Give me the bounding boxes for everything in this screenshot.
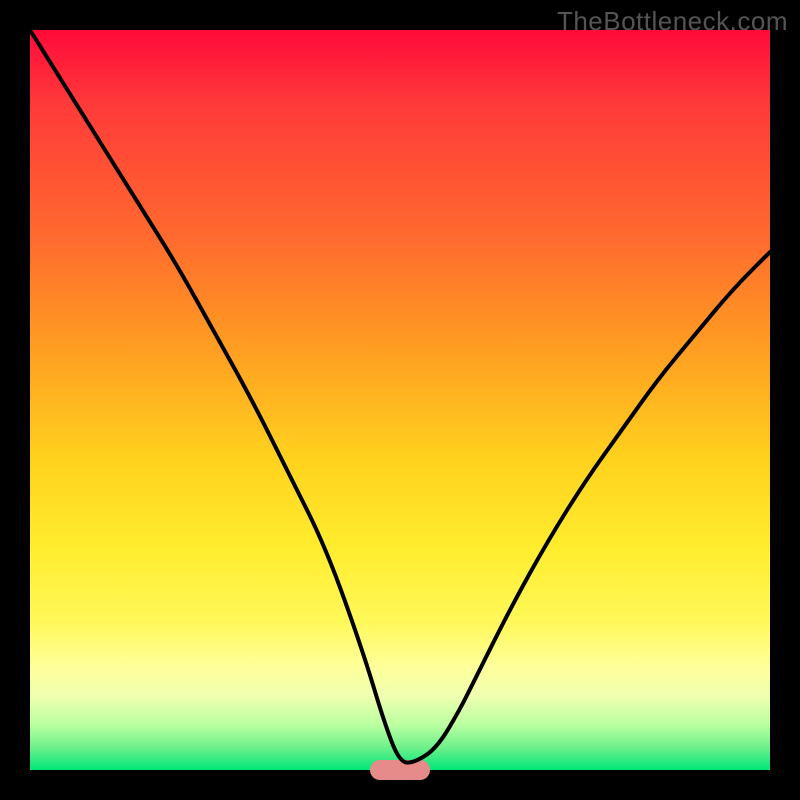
curve-path xyxy=(30,30,770,763)
chart-frame: TheBottleneck.com xyxy=(0,0,800,800)
watermark-text: TheBottleneck.com xyxy=(557,6,788,37)
plot-area xyxy=(30,30,770,770)
bottleneck-curve xyxy=(30,30,770,770)
